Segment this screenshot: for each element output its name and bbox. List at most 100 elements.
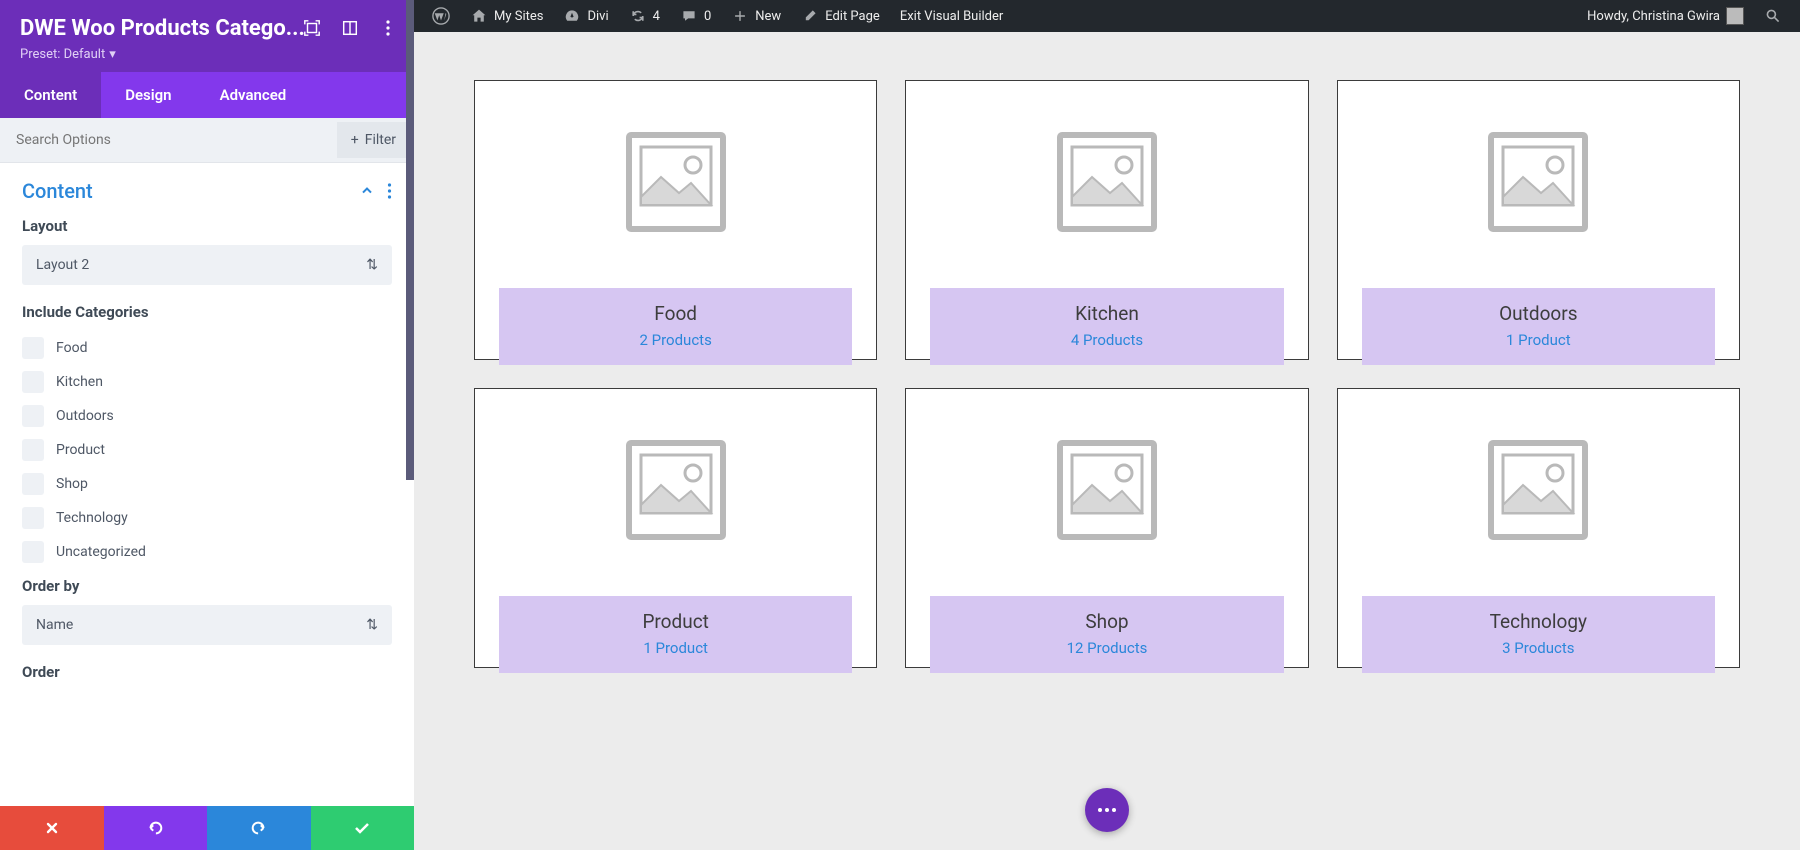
plus-icon bbox=[731, 7, 749, 25]
new-label: New bbox=[755, 9, 781, 24]
category-label: Product bbox=[56, 442, 105, 458]
howdy-user[interactable]: Howdy, Christina Gwira bbox=[1577, 0, 1754, 32]
category-label: Kitchen bbox=[56, 374, 103, 390]
updates-count: 4 bbox=[653, 9, 660, 24]
search-input[interactable] bbox=[0, 120, 333, 160]
wordpress-icon bbox=[432, 7, 450, 25]
placeholder-image-icon bbox=[906, 81, 1307, 282]
updates-link[interactable]: 4 bbox=[619, 0, 670, 32]
include-categories-label: Include Categories bbox=[22, 303, 392, 321]
fab-more[interactable] bbox=[1085, 788, 1129, 832]
card-footer: Kitchen 4 Products bbox=[930, 288, 1283, 365]
category-label: Technology bbox=[56, 510, 128, 526]
card-count: 2 Products bbox=[509, 331, 842, 349]
kebab-icon[interactable] bbox=[387, 183, 392, 199]
filter-button[interactable]: +Filter bbox=[337, 122, 410, 158]
settings-body: Content Layout Layout 2⇅ Include Categor… bbox=[0, 163, 414, 850]
exit-visual-builder-link[interactable]: Exit Visual Builder bbox=[890, 0, 1013, 32]
orderby-select[interactable]: Name⇅ bbox=[22, 605, 392, 645]
card-title: Food bbox=[509, 302, 842, 325]
category-card[interactable]: Kitchen 4 Products bbox=[905, 80, 1308, 360]
category-card[interactable]: Outdoors 1 Product bbox=[1337, 80, 1740, 360]
card-footer: Product1 Product bbox=[499, 596, 852, 673]
layout-select[interactable]: Layout 2⇅ bbox=[22, 245, 392, 285]
house-icon bbox=[470, 7, 488, 25]
search-icon bbox=[1764, 7, 1782, 25]
updown-icon: ⇅ bbox=[366, 617, 378, 633]
category-row: Product bbox=[22, 433, 392, 467]
wp-admin-bar: My Sites Divi 4 0 New Edit Page Exit Vis… bbox=[414, 0, 1800, 32]
exit-vb-label: Exit Visual Builder bbox=[900, 9, 1003, 24]
card-footer: Technology3 Products bbox=[1362, 596, 1715, 673]
my-sites-link[interactable]: My Sites bbox=[460, 0, 553, 32]
snap-icon[interactable] bbox=[340, 18, 360, 38]
tab-content[interactable]: Content bbox=[0, 72, 101, 118]
checkbox[interactable] bbox=[22, 507, 44, 529]
card-title: Outdoors bbox=[1372, 302, 1705, 325]
card-count: 4 Products bbox=[940, 331, 1273, 349]
order-label: Order bbox=[22, 663, 392, 681]
category-row: Uncategorized bbox=[22, 535, 392, 569]
howdy-label: Howdy, Christina Gwira bbox=[1587, 9, 1720, 24]
category-row: Shop bbox=[22, 467, 392, 501]
module-settings-panel: DWE Woo Products Catego... Preset: Defau… bbox=[0, 0, 414, 850]
card-count: 1 Product bbox=[1372, 331, 1705, 349]
refresh-icon bbox=[629, 7, 647, 25]
chevron-up-icon[interactable] bbox=[359, 183, 375, 199]
checkbox[interactable] bbox=[22, 337, 44, 359]
category-card[interactable]: Product1 Product bbox=[474, 388, 877, 668]
category-row: Technology bbox=[22, 501, 392, 535]
search-options-row: +Filter bbox=[0, 118, 414, 163]
wp-logo[interactable] bbox=[422, 0, 460, 32]
comment-icon bbox=[680, 7, 698, 25]
panel-footer bbox=[0, 806, 414, 850]
section-content-title[interactable]: Content bbox=[22, 179, 93, 203]
comments-link[interactable]: 0 bbox=[670, 0, 721, 32]
more-icon[interactable] bbox=[378, 18, 398, 38]
tab-design[interactable]: Design bbox=[101, 72, 195, 118]
category-label: Food bbox=[56, 340, 87, 356]
gauge-icon bbox=[563, 7, 581, 25]
checkbox[interactable] bbox=[22, 473, 44, 495]
divi-label: Divi bbox=[587, 9, 608, 24]
divi-link[interactable]: Divi bbox=[553, 0, 618, 32]
category-row: Outdoors bbox=[22, 399, 392, 433]
checkbox[interactable] bbox=[22, 541, 44, 563]
plus-icon: + bbox=[351, 132, 359, 148]
cancel-button[interactable] bbox=[0, 806, 104, 850]
category-row: Food bbox=[22, 331, 392, 365]
card-title: Kitchen bbox=[940, 302, 1273, 325]
category-grid: Food 2 Products Kitchen 4 Products Outdoors 1… bbox=[474, 80, 1740, 668]
placeholder-image-icon bbox=[475, 389, 876, 590]
checkbox[interactable] bbox=[22, 439, 44, 461]
category-card[interactable]: Shop 12 Products bbox=[905, 388, 1308, 668]
scrollbar[interactable] bbox=[406, 0, 414, 480]
comments-count: 0 bbox=[704, 9, 711, 24]
new-link[interactable]: New bbox=[721, 0, 791, 32]
save-button[interactable] bbox=[311, 806, 415, 850]
category-label: Outdoors bbox=[56, 408, 114, 424]
redo-button[interactable] bbox=[207, 806, 311, 850]
avatar bbox=[1726, 7, 1744, 25]
checkbox[interactable] bbox=[22, 371, 44, 393]
tab-advanced[interactable]: Advanced bbox=[196, 72, 311, 118]
preset-selector[interactable]: Preset: Default▾ bbox=[20, 47, 394, 62]
card-title: Shop bbox=[940, 610, 1273, 633]
my-sites-label: My Sites bbox=[494, 9, 543, 24]
undo-button[interactable] bbox=[104, 806, 208, 850]
category-card[interactable]: Food 2 Products bbox=[474, 80, 877, 360]
edit-page-link[interactable]: Edit Page bbox=[791, 0, 890, 32]
search-toggle[interactable] bbox=[1754, 0, 1792, 32]
category-card[interactable]: Technology3 Products bbox=[1337, 388, 1740, 668]
card-count: 12 Products bbox=[940, 639, 1273, 657]
placeholder-image-icon bbox=[906, 389, 1307, 590]
category-label: Shop bbox=[56, 476, 88, 492]
updown-icon: ⇅ bbox=[366, 257, 378, 273]
placeholder-image-icon bbox=[1338, 81, 1739, 282]
checkbox[interactable] bbox=[22, 405, 44, 427]
expand-icon[interactable] bbox=[302, 18, 322, 38]
card-footer: Food 2 Products bbox=[499, 288, 852, 365]
placeholder-image-icon bbox=[475, 81, 876, 282]
caret-down-icon: ▾ bbox=[109, 47, 116, 62]
card-count: 1 Product bbox=[509, 639, 842, 657]
